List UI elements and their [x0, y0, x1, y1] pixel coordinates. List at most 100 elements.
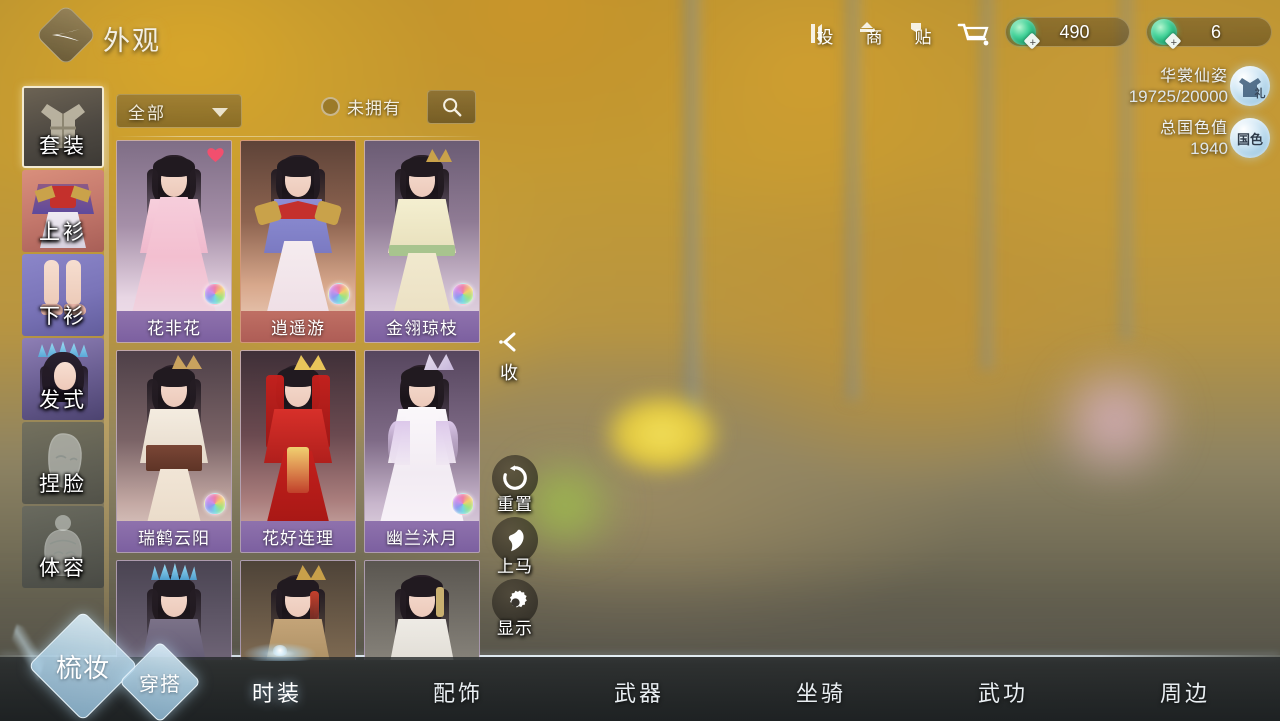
dye-wheel-icon[interactable] [204, 493, 226, 515]
merchant-icon[interactable]: 商 [858, 20, 890, 50]
sidebar-item-shangshan[interactable]: 上衫 [22, 170, 104, 252]
chevron-down-icon [212, 108, 228, 117]
sidebar-item-label: 发式 [39, 388, 87, 412]
stat-huachang-value: 19725/20000 [1128, 87, 1228, 106]
display-label: 显示 [497, 619, 533, 639]
panel-divider [116, 136, 482, 137]
robe-gift-icon: 礼 [1230, 66, 1270, 106]
back-button[interactable] [34, 3, 98, 67]
header-icon-row: 投 商 贴 [809, 20, 990, 50]
dye-wheel-icon[interactable] [452, 283, 474, 305]
guose-orb-text: 国色 [1236, 132, 1263, 148]
stat-huachang-label: 华裳仙姿 [1159, 66, 1228, 85]
back-swoosh-icon [52, 29, 80, 41]
panel-left-edge [104, 80, 109, 660]
sidebar-item-tirong[interactable]: 体容 [22, 506, 104, 588]
collapse-panel-button[interactable]: 收 [490, 332, 528, 385]
vote-glyph [811, 24, 822, 43]
grid-item[interactable]: 花非花 [116, 140, 232, 343]
grid-item[interactable] [364, 560, 480, 660]
jade-coin-icon [1010, 19, 1036, 49]
cart-icon[interactable] [956, 21, 990, 49]
reset-label: 重置 [497, 495, 533, 515]
game-screen: 外观 投 商 贴 + 490 + 6 华裳仙姿 19725/20000 礼 总国… [0, 0, 1280, 721]
display-settings-button[interactable]: 显示 [488, 579, 542, 639]
bottom-nav-bar: 时装 配饰 武器 坐骑 武功 周边 梳妆 穿搭 [0, 610, 1280, 721]
tab-zuoqi[interactable]: 坐骑 [796, 676, 846, 708]
character-preview [117, 561, 231, 660]
horse-head-icon [508, 529, 524, 551]
dye-wheel-icon[interactable] [328, 283, 350, 305]
sidebar-item-label: 上衫 [39, 220, 87, 244]
grid-item[interactable]: 瑞鹤云阳 [116, 350, 232, 553]
search-button[interactable] [427, 90, 476, 124]
sidebar-item-label: 套装 [39, 134, 87, 158]
item-name: 金翎琼枝 [365, 311, 479, 342]
sidebar-item-label: 体容 [39, 556, 87, 580]
outfit-grid[interactable]: 花非花 逍遥游 金翎琼枝 瑞鹤云阳 花好连理 幽兰沐月 [116, 140, 482, 660]
tab-shizhuang[interactable]: 时装 [252, 676, 302, 708]
checkbox-circle-icon [321, 97, 340, 116]
item-name: 花好连理 [241, 521, 355, 552]
jade-gem-icon [1151, 19, 1177, 49]
gem-value: 6 [1210, 21, 1221, 42]
category-sidebar: 套装 上衫 下衫 发式 捏脸 体容 [22, 86, 104, 590]
currency-gem[interactable]: 6 [1146, 17, 1272, 49]
item-name: 幽兰沐月 [365, 521, 479, 552]
merchant-glyph [860, 22, 874, 32]
chevron-left-icon [499, 332, 516, 352]
tab-peishi[interactable]: 配饰 [433, 676, 483, 708]
badge-chuanda-label: 穿搭 [139, 671, 181, 696]
filter-bar: 全部 未拥有 [116, 88, 476, 134]
currency-coin[interactable]: 490 [1005, 17, 1130, 49]
dye-wheel-icon[interactable] [204, 283, 226, 305]
grid-item[interactable]: 花好连理 [240, 350, 356, 553]
cart-glyph [957, 23, 989, 46]
tab-wuqi[interactable]: 武器 [614, 676, 664, 708]
fallen-leaf [602, 392, 722, 476]
category-filter-dropdown[interactable]: 全部 [116, 94, 242, 128]
grid-item[interactable]: 幽兰沐月 [364, 350, 480, 553]
grid-item[interactable]: 逍遥游 [240, 140, 356, 343]
stat-guose-label: 总国色值 [1159, 118, 1228, 137]
search-icon [442, 98, 461, 117]
vote-icon[interactable]: 投 [809, 20, 841, 50]
sidebar-item-taozhuang[interactable]: 套装 [22, 86, 104, 168]
page-title: 外观 [103, 26, 161, 57]
item-artwork [117, 561, 231, 660]
action-buttons: 重置 上马 显示 [488, 455, 542, 641]
mount-button[interactable]: 上马 [488, 517, 542, 577]
mount-label: 上马 [497, 557, 533, 577]
grid-item[interactable]: 金翎琼枝 [364, 140, 480, 343]
tab-wugong[interactable]: 武功 [978, 676, 1028, 708]
tab-zhoubian[interactable]: 周边 [1160, 676, 1210, 708]
guose-icon: 国色 [1230, 118, 1270, 158]
dye-wheel-icon[interactable] [452, 493, 474, 515]
reset-button[interactable]: 重置 [488, 455, 542, 515]
grid-item[interactable] [116, 560, 232, 660]
dropdown-value: 全部 [128, 103, 166, 124]
active-tab-marker [244, 643, 316, 661]
badge-shuzhuang-label: 梳妆 [55, 653, 110, 684]
sidebar-item-xiashan[interactable]: 下衫 [22, 254, 104, 336]
reset-circular-arrow-icon [503, 465, 527, 490]
bottom-tabs: 时装 配饰 武器 坐骑 武功 周边 [228, 643, 1268, 721]
item-name: 瑞鹤云阳 [117, 521, 231, 552]
post-icon[interactable]: 贴 [907, 20, 939, 50]
unowned-label: 未拥有 [347, 99, 401, 119]
character-preview [241, 351, 355, 552]
item-artwork [365, 561, 479, 660]
sidebar-item-nielian[interactable]: 捏脸 [22, 422, 104, 504]
favorite-heart-icon[interactable] [206, 146, 225, 163]
item-name: 花非花 [117, 311, 231, 342]
collapse-label: 收 [500, 363, 518, 384]
unowned-checkbox[interactable]: 未拥有 [321, 94, 401, 119]
sidebar-item-label: 捏脸 [39, 472, 87, 496]
sidebar-item-fashi[interactable]: 发式 [22, 338, 104, 420]
wardrobe-panel: 全部 未拥有 花非花 逍遥游 金翎琼枝 瑞鹤云阳 花好连理 幽兰沐月 [104, 80, 482, 660]
item-name: 逍遥游 [241, 311, 355, 342]
coin-value: 490 [1059, 21, 1090, 42]
gear-icon [509, 589, 527, 608]
top-header: 外观 投 商 贴 + 490 + 6 [0, 0, 1280, 67]
stat-guose-value: 1940 [1190, 139, 1228, 158]
